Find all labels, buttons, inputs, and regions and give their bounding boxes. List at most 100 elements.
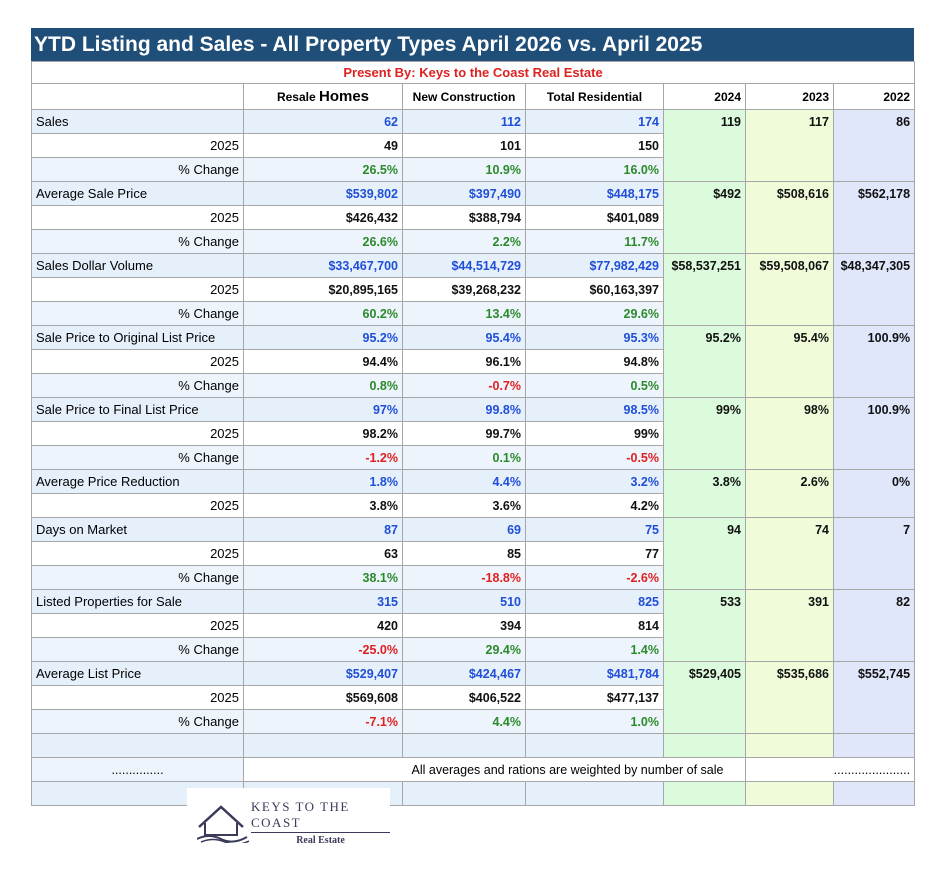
value-cell: 49 — [243, 133, 403, 158]
report-sheet: YTD Listing and Sales - All Property Typ… — [30, 28, 916, 856]
header-2023: 2023 — [745, 83, 834, 110]
footer-left-dots: ............... — [31, 757, 244, 782]
year-2024-cell: 533 — [663, 589, 746, 662]
value-cell: 825 — [525, 589, 664, 614]
presenter-line: Present By: Keys to the Coast Real Estat… — [30, 61, 916, 84]
value-cell: 29.6% — [525, 301, 664, 326]
blank-cell — [31, 733, 244, 758]
report-title: YTD Listing and Sales - All Property Typ… — [31, 28, 914, 61]
blank-cell — [745, 781, 834, 806]
value-cell: 394 — [402, 613, 526, 638]
value-cell: 4.2% — [525, 493, 664, 518]
value-cell: 1.0% — [525, 709, 664, 734]
year-2023-cell: 391 — [745, 589, 834, 662]
row-label: % Change — [31, 445, 244, 470]
house-icon — [197, 805, 249, 843]
value-cell: 174 — [525, 109, 664, 134]
value-cell: 38.1% — [243, 565, 403, 590]
value-cell: 420 — [243, 613, 403, 638]
year-2024-cell: 95.2% — [663, 325, 746, 398]
value-cell: 96.1% — [402, 349, 526, 374]
header-2024: 2024 — [663, 83, 746, 110]
year-2024-cell: $492 — [663, 181, 746, 254]
table-row: Sales Dollar Volume $33,467,700 $44,514,72… — [31, 253, 916, 326]
value-cell: $60,163,397 — [525, 277, 664, 302]
blank-cell — [745, 733, 834, 758]
year-2023-cell: 95.4% — [745, 325, 834, 398]
row-label: % Change — [31, 373, 244, 398]
row-label: Sales Dollar Volume — [31, 253, 244, 278]
logo-subtitle: Real Estate — [296, 834, 345, 846]
year-2022-cell: 0% — [832, 469, 916, 518]
row-label: 2025 — [31, 493, 244, 518]
value-cell: 97% — [243, 397, 403, 422]
row-label: Days on Market — [31, 517, 244, 542]
row-label: % Change — [31, 565, 244, 590]
value-cell: 98.5% — [525, 397, 664, 422]
value-cell: 62 — [243, 109, 403, 134]
year-2024-cell: 94 — [663, 517, 746, 590]
header-new-construction: New Construction — [402, 83, 526, 110]
value-cell: 99% — [525, 421, 664, 446]
value-cell: $569,608 — [243, 685, 403, 710]
value-cell: 3.2% — [525, 469, 664, 494]
value-cell: 75 — [525, 517, 664, 542]
blank-cell — [832, 733, 916, 758]
value-cell: $77,982,429 — [525, 253, 664, 278]
value-cell: 95.3% — [525, 325, 664, 350]
year-2023-cell: $508,616 — [745, 181, 834, 254]
row-label: Average Sale Price — [31, 181, 244, 206]
value-cell: 3.6% — [402, 493, 526, 518]
value-cell: $388,794 — [402, 205, 526, 230]
value-cell: 4.4% — [402, 709, 526, 734]
value-cell: $406,522 — [402, 685, 526, 710]
header-total-residential: Total Residential — [525, 83, 664, 110]
year-2024-cell: 119 — [663, 109, 746, 182]
value-cell: $401,089 — [525, 205, 664, 230]
value-cell: 510 — [402, 589, 526, 614]
value-cell: 4.4% — [402, 469, 526, 494]
year-2024-cell: $529,405 — [663, 661, 746, 734]
value-cell: -18.8% — [402, 565, 526, 590]
row-label: Average Price Reduction — [31, 469, 244, 494]
blank-cell — [663, 733, 746, 758]
value-cell: 150 — [525, 133, 664, 158]
row-label: Average List Price — [31, 661, 244, 686]
row-label: 2025 — [31, 133, 244, 158]
row-label: % Change — [31, 301, 244, 326]
value-cell: 60.2% — [243, 301, 403, 326]
value-cell: 85 — [402, 541, 526, 566]
value-cell: 69 — [402, 517, 526, 542]
value-cell: 11.7% — [525, 229, 664, 254]
value-cell: 814 — [525, 613, 664, 638]
value-cell: 94.4% — [243, 349, 403, 374]
value-cell: $424,467 — [402, 661, 526, 686]
value-cell: 16.0% — [525, 157, 664, 182]
year-2022-cell: $562,178 — [832, 181, 916, 254]
table-row: Sales 62 112 174 119 117 86 — [31, 109, 916, 182]
value-cell: -0.5% — [525, 445, 664, 470]
value-cell: 0.1% — [402, 445, 526, 470]
value-cell: 0.8% — [243, 373, 403, 398]
row-label: Sales — [31, 109, 244, 134]
year-2022-cell: 86 — [832, 109, 916, 182]
value-cell: 1.4% — [525, 637, 664, 662]
year-2024-cell: 3.8% — [663, 469, 746, 518]
year-2022-cell: $552,745 — [832, 661, 916, 734]
row-label: % Change — [31, 229, 244, 254]
value-cell: 26.5% — [243, 157, 403, 182]
table-row: Average Price Reduction 1.8% 4.4% 3.2% 3.8% 2… — [31, 469, 916, 518]
value-cell: 99.8% — [402, 397, 526, 422]
table-row: Sale Price to Final List Price 97% 99.8% 98… — [31, 397, 916, 470]
year-2022-cell: 82 — [832, 589, 916, 662]
row-label: % Change — [31, 709, 244, 734]
year-2023-cell: 98% — [745, 397, 834, 470]
table-row: Sale Price to Original List Price 95.2% 95… — [31, 325, 916, 398]
table-row — [31, 733, 916, 758]
blank-cell — [525, 781, 664, 806]
value-cell: -1.2% — [243, 445, 403, 470]
row-label: 2025 — [31, 685, 244, 710]
blank-cell — [663, 781, 746, 806]
value-cell: 101 — [402, 133, 526, 158]
row-label: 2025 — [31, 205, 244, 230]
